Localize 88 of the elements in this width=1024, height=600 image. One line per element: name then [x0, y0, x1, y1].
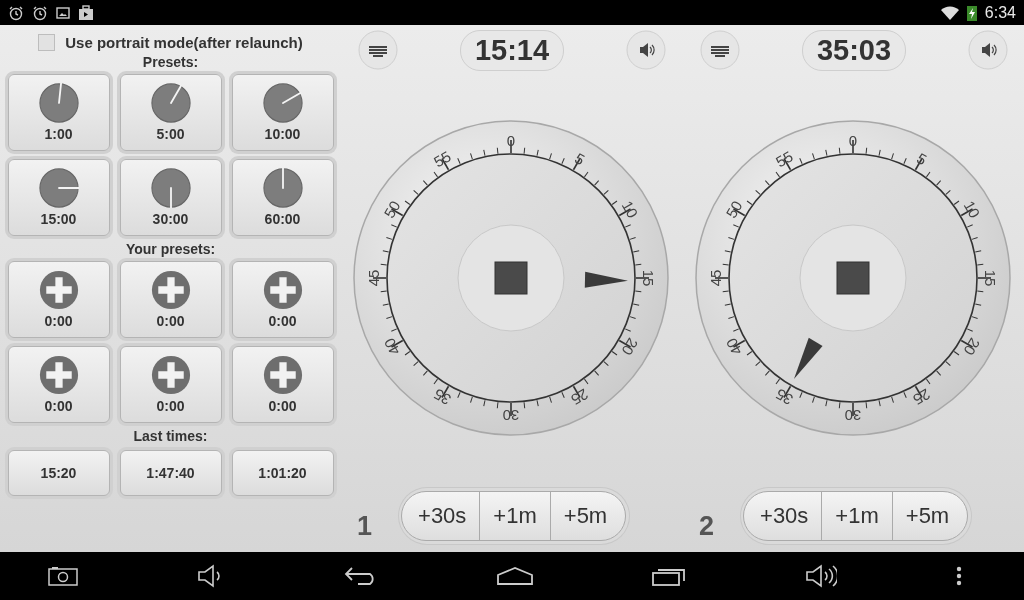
- countdown-time: 15:14: [459, 29, 565, 71]
- plus-icon: [262, 355, 303, 395]
- clock-icon: [150, 83, 191, 123]
- checkbox-label: Use portrait mode(after relaunch): [65, 33, 303, 51]
- add-preset-button[interactable]: 0:00: [7, 261, 110, 338]
- dial-number: 15: [640, 269, 657, 287]
- preset-button[interactable]: 15:20: [7, 450, 110, 496]
- add-preset-button[interactable]: 0:00: [7, 346, 110, 423]
- dial-number: 45: [365, 269, 382, 287]
- wifi-icon: [940, 5, 959, 20]
- stop-icon: [494, 261, 528, 295]
- clock-icon: [38, 168, 79, 208]
- dial-number: 50: [722, 197, 746, 221]
- alarm-clock-icon: [8, 4, 24, 21]
- dial-number: 45: [707, 269, 724, 287]
- pointer-hand: [584, 271, 628, 288]
- alarm-clock-icon: [32, 4, 48, 21]
- preset-button[interactable]: 1:47:40: [119, 450, 222, 496]
- sound-button[interactable]: [968, 30, 1008, 70]
- plus-icon: [38, 270, 79, 310]
- countdown-time: 35:03: [801, 29, 907, 71]
- keyboard-button[interactable]: [358, 30, 398, 70]
- image-icon: [56, 5, 70, 20]
- add-time-button[interactable]: +30s: [743, 491, 823, 541]
- dial-number: 55: [430, 147, 454, 171]
- clock-time: 6:34: [984, 3, 1016, 22]
- dial-number: 5: [913, 149, 930, 169]
- preset-button[interactable]: 30:00: [119, 159, 222, 236]
- plus-icon: [150, 270, 191, 310]
- dial-number: 0: [848, 132, 858, 149]
- keyboard-button[interactable]: [700, 30, 740, 70]
- preset-button[interactable]: 10:00: [231, 74, 334, 151]
- dial-number: 0: [506, 132, 516, 149]
- dial-number: 20: [960, 335, 984, 359]
- add-preset-button[interactable]: 0:00: [231, 346, 334, 423]
- dial-number: 35: [430, 385, 454, 409]
- dial-number: 40: [722, 335, 746, 359]
- plus-icon: [38, 355, 79, 395]
- dial-number: 10: [960, 197, 984, 221]
- preset-button[interactable]: 1:01:20: [231, 450, 334, 496]
- add-time-button[interactable]: +5m: [549, 491, 627, 541]
- add-preset-button[interactable]: 0:00: [119, 346, 222, 423]
- add-time-button[interactable]: +5m: [891, 491, 969, 541]
- section-heading: Your presets:: [125, 241, 216, 257]
- battery-charging-icon: [966, 4, 977, 21]
- volume-up-icon[interactable]: [805, 563, 837, 589]
- camera-icon[interactable]: [48, 566, 78, 586]
- sound-button[interactable]: [626, 30, 666, 70]
- stop-icon: [836, 261, 870, 295]
- dial-number: 40: [380, 335, 404, 359]
- preset-button[interactable]: 1:00: [7, 74, 110, 151]
- dial-number: 50: [380, 197, 404, 221]
- dial-number: 30: [502, 407, 520, 424]
- add-preset-button[interactable]: 0:00: [231, 261, 334, 338]
- dial-number: 15: [982, 269, 999, 287]
- section-heading: Last times:: [133, 428, 208, 444]
- clock-icon: [262, 168, 303, 208]
- plus-icon: [150, 355, 191, 395]
- home-icon[interactable]: [497, 567, 533, 585]
- preset-button[interactable]: 60:00: [231, 159, 334, 236]
- preset-button[interactable]: 5:00: [119, 74, 222, 151]
- clock-icon: [38, 83, 79, 123]
- menu-icon[interactable]: [956, 566, 962, 586]
- timer-number: 1: [357, 510, 373, 542]
- timer-number: 2: [699, 510, 715, 542]
- recent-apps-icon[interactable]: [652, 566, 686, 586]
- pointer-hand: [793, 337, 823, 379]
- dial-number: 10: [618, 197, 642, 221]
- dial-number: 30: [844, 407, 862, 424]
- add-preset-button[interactable]: 0:00: [119, 261, 222, 338]
- preset-button[interactable]: 15:00: [7, 159, 110, 236]
- clock-icon: [150, 168, 191, 208]
- add-time-button[interactable]: +1m: [821, 491, 893, 541]
- portrait-checkbox[interactable]: [38, 33, 56, 51]
- dial-number: 25: [568, 385, 592, 409]
- briefcase-icon: [78, 4, 94, 21]
- clock-icon: [262, 83, 303, 123]
- dial-number: 55: [772, 147, 796, 171]
- dial-number: 25: [910, 385, 934, 409]
- dial-number: 35: [772, 385, 796, 409]
- section-heading: Presets:: [142, 54, 199, 70]
- add-time-button[interactable]: +30s: [401, 491, 481, 541]
- plus-icon: [262, 270, 303, 310]
- dial-number: 5: [571, 149, 588, 169]
- add-time-button[interactable]: +1m: [479, 491, 551, 541]
- dial-number: 20: [618, 335, 642, 359]
- stop-button[interactable]: [457, 224, 565, 332]
- stop-button[interactable]: [799, 224, 907, 332]
